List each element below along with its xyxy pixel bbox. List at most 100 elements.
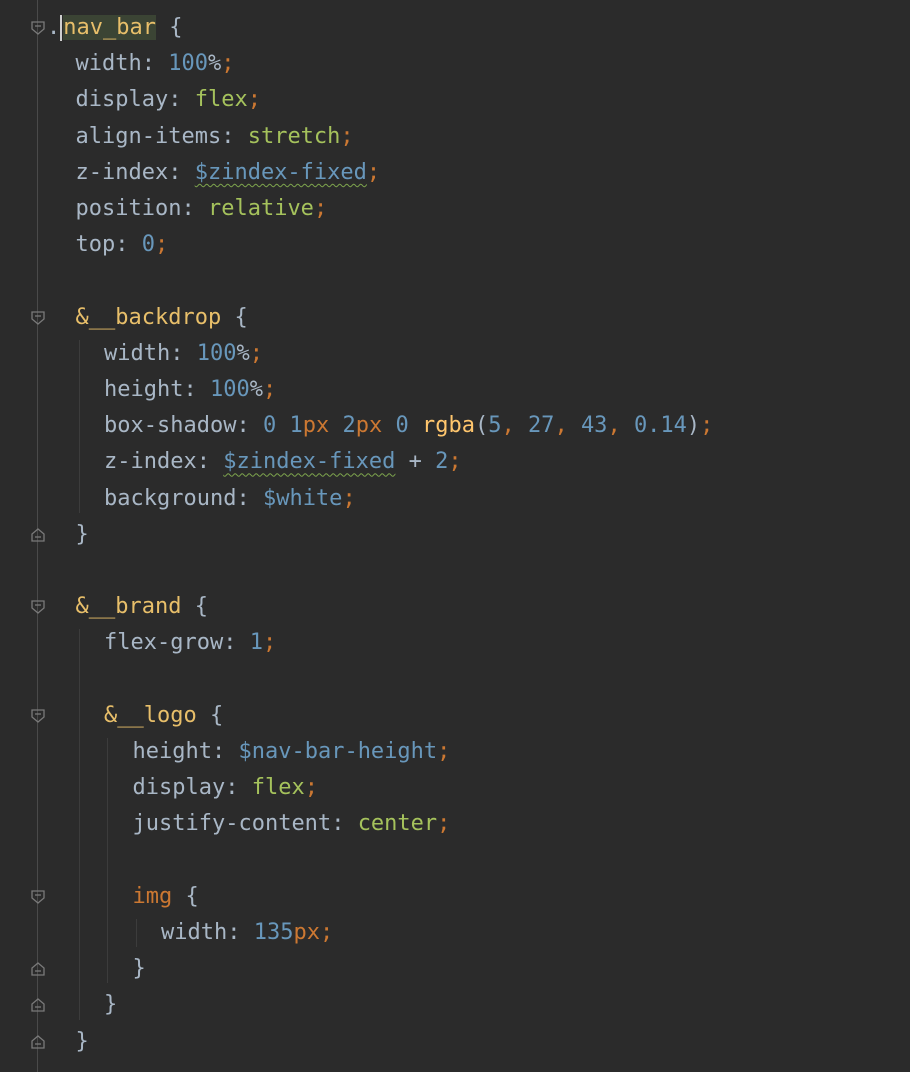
code-token: px	[293, 920, 320, 945]
code-token: :	[221, 123, 248, 149]
code-line[interactable]: . nav_bar {	[0, 10, 910, 46]
code-text: display: flex;	[133, 770, 318, 806]
code-token: ;	[437, 739, 451, 764]
code-token: 2	[435, 449, 449, 475]
code-token: z-index	[75, 159, 169, 185]
code-line[interactable]: background: $white;	[0, 481, 910, 517]
code-text: justify-content: center;	[133, 806, 451, 842]
code-token: ;	[366, 159, 381, 185]
code-line[interactable]: height: $nav-bar-height;	[0, 734, 910, 770]
fold-collapse-icon[interactable]	[30, 889, 46, 905]
fold-end-icon[interactable]	[30, 961, 46, 977]
code-token: {	[234, 304, 248, 330]
code-token: :	[236, 413, 263, 439]
code-token: 0	[141, 232, 155, 258]
code-token: :	[211, 739, 239, 764]
code-token: ;	[448, 449, 462, 475]
code-token: ;	[155, 232, 169, 258]
editor-top-edge	[0, 0, 910, 8]
code-text: flex-grow: 1;	[104, 625, 276, 661]
code-text: &__logo {	[104, 698, 223, 734]
code-line[interactable]: }	[0, 1024, 910, 1060]
code-line[interactable]: &__backdrop {	[0, 300, 910, 336]
code-token: $nav-bar-height	[238, 739, 438, 764]
code-line[interactable]: width: 100%;	[0, 46, 910, 82]
code-token: box-shadow	[104, 413, 237, 439]
fold-end-icon[interactable]	[30, 1034, 46, 1050]
code-line[interactable]	[0, 662, 910, 698]
code-token: {	[209, 702, 224, 728]
code-token: ;	[262, 630, 277, 656]
indent-guide	[135, 919, 137, 948]
code-line[interactable]: }	[0, 987, 910, 1023]
code-text: z-index: $zindex-fixed;	[76, 155, 381, 191]
code-token: :	[236, 485, 263, 511]
code-token: width	[104, 340, 171, 366]
code-line[interactable]: width: 100%;	[0, 336, 910, 372]
code-token: :	[196, 449, 224, 475]
code-line[interactable]: justify-content: center;	[0, 806, 910, 842]
code-line[interactable]: z-index: $zindex-fixed + 2;	[0, 444, 910, 480]
indent-guide	[78, 339, 80, 513]
code-line[interactable]: z-index: $zindex-fixed;	[0, 155, 910, 191]
code-token: px	[302, 413, 330, 439]
code-text: width: 100%;	[104, 336, 263, 372]
code-text: }	[104, 987, 117, 1023]
code-token: %	[249, 377, 263, 402]
code-token: height	[104, 377, 184, 402]
code-line[interactable]: height: 100%;	[0, 372, 910, 408]
code-token: background	[104, 485, 237, 511]
code-token: ;	[221, 51, 235, 77]
fold-collapse-icon[interactable]	[30, 599, 46, 615]
code-text: background: $white;	[104, 481, 356, 517]
code-line[interactable]: }	[0, 951, 910, 987]
code-token: top	[75, 232, 116, 258]
code-line[interactable]: top: 0;	[0, 227, 910, 263]
code-token: {	[194, 594, 208, 620]
code-token: :	[141, 51, 169, 77]
code-token: 5	[488, 413, 502, 439]
code-line[interactable]	[0, 553, 910, 589]
fold-end-icon[interactable]	[30, 527, 46, 543]
code-token: 2	[342, 413, 356, 439]
code-token: ,	[554, 413, 581, 439]
code-token: 27	[527, 413, 555, 439]
code-token: ;	[247, 87, 261, 113]
code-token: px	[355, 413, 383, 439]
fold-collapse-icon[interactable]	[30, 708, 46, 724]
code-token: 1	[289, 413, 303, 439]
code-line[interactable]: display: flex;	[0, 770, 910, 806]
code-line[interactable]: &__brand {	[0, 589, 910, 625]
fold-collapse-icon[interactable]	[30, 20, 46, 36]
code-line[interactable]	[0, 843, 910, 879]
code-token: }	[75, 521, 89, 547]
code-text: }	[76, 1024, 89, 1060]
code-token: flex	[251, 775, 305, 801]
fold-end-icon[interactable]	[30, 997, 46, 1013]
code-line[interactable]: &__logo {	[0, 698, 910, 734]
code-text: z-index: $zindex-fixed + 2;	[104, 444, 462, 480]
code-token: ;	[262, 377, 277, 402]
code-line[interactable]: display: flex;	[0, 82, 910, 118]
indent-guide	[78, 629, 80, 1020]
code-line[interactable]: flex-grow: 1;	[0, 625, 910, 661]
code-token: 43	[580, 413, 608, 439]
code-line[interactable]: box-shadow: 0 1px 2px 0 rgba(5, 27, 43, …	[0, 408, 910, 444]
fold-collapse-icon[interactable]	[30, 310, 46, 326]
code-line[interactable]: align-items: stretch;	[0, 119, 910, 155]
code-text: display: flex;	[76, 82, 261, 118]
code-text: }	[76, 517, 89, 553]
code-text: . nav_bar {	[47, 10, 182, 46]
code-line[interactable]: }	[0, 517, 910, 553]
code-text: height: $nav-bar-height;	[133, 734, 451, 770]
code-line[interactable]: width: 135px;	[0, 915, 910, 951]
text-caret	[60, 15, 63, 41]
code-token: %	[207, 51, 222, 77]
code-line[interactable]: img {	[0, 879, 910, 915]
code-token: 100	[209, 377, 250, 402]
code-line[interactable]	[0, 263, 910, 299]
code-line[interactable]: position: relative;	[0, 191, 910, 227]
